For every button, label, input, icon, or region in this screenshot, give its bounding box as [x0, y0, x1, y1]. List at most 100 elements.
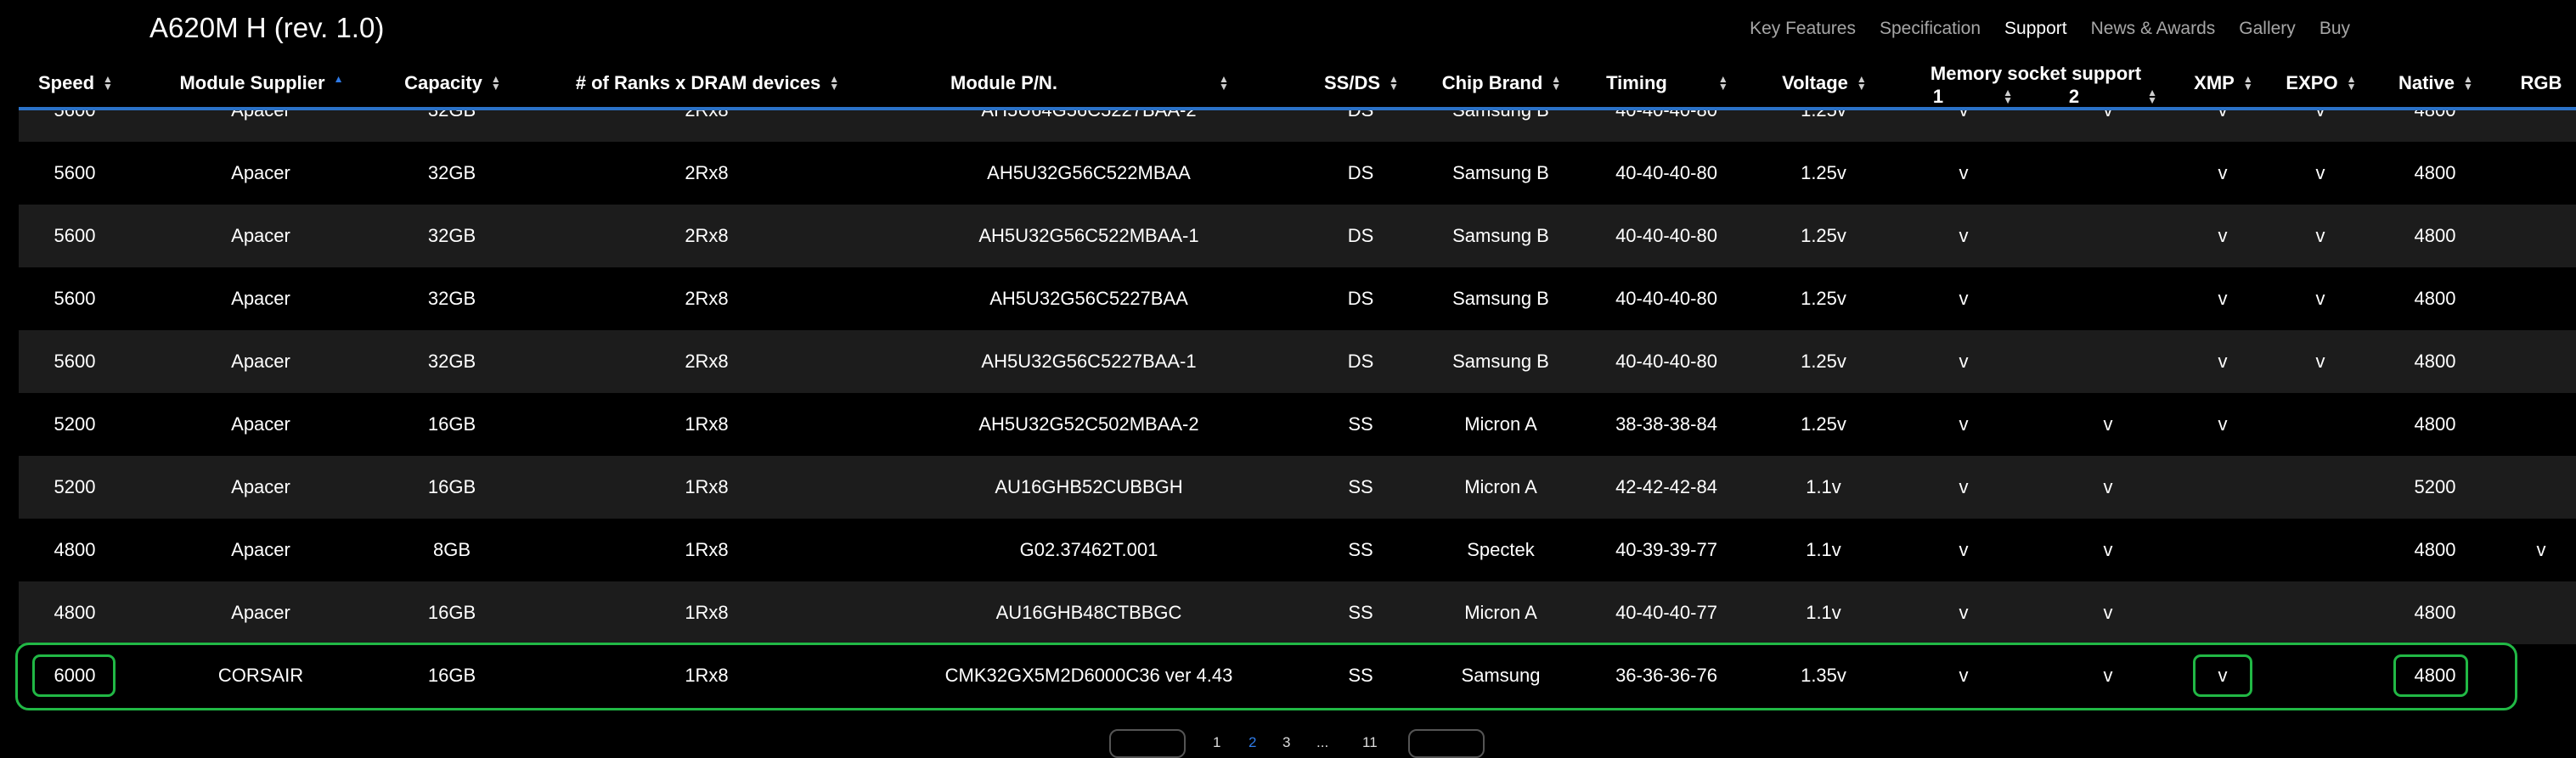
- cell-rgb: [2499, 330, 2576, 393]
- highlight-native-cell: [2393, 654, 2468, 697]
- cell-socket2: [2040, 330, 2176, 393]
- cell-ranks: 2Rx8: [685, 351, 729, 372]
- cell-timing: 40-40-40-80: [1615, 288, 1717, 309]
- col-voltage-header[interactable]: Voltage ▲ ▼: [1751, 59, 1896, 107]
- cell-socket1: v: [1959, 351, 1969, 372]
- cell-voltage: 1.1v: [1806, 539, 1841, 560]
- nav-news-awards[interactable]: News & Awards: [2091, 19, 2216, 39]
- col-xmp-header[interactable]: XMP ▲ ▼: [2176, 59, 2269, 107]
- col-supplier-header[interactable]: Module Supplier ▲▼: [163, 59, 358, 107]
- sort-icon: ▲ ▼: [2242, 73, 2253, 93]
- cell-capacity: 16GB: [427, 602, 476, 623]
- cell-expo: v: [2269, 110, 2371, 142]
- nav-specification[interactable]: Specification: [1880, 19, 1981, 39]
- cell-timing: 40-40-40-80: [1615, 225, 1717, 246]
- pagination-next-button[interactable]: [1408, 729, 1485, 758]
- cell-supplier: Apacer: [163, 110, 358, 142]
- cell-socket1: v: [1959, 413, 1969, 435]
- cell-xmp: v: [2218, 351, 2228, 372]
- cell-socket2: v: [2103, 476, 2113, 497]
- cell-ranks: 1Rx8: [685, 476, 729, 497]
- col-socket1-header[interactable]: 1 ▲ ▼: [1896, 86, 2032, 108]
- col-capacity-header[interactable]: Capacity ▲ ▼: [375, 59, 528, 107]
- page-11[interactable]: 11: [1362, 734, 1378, 751]
- cell-ssds: DS: [1347, 351, 1374, 372]
- cell-ssds: DS: [1347, 288, 1374, 309]
- cell-timing: 40-40-40-80: [1581, 110, 1751, 142]
- cell-speed: 5600: [54, 162, 96, 183]
- col-chip-header[interactable]: Chip Brand ▲ ▼: [1420, 59, 1581, 107]
- col-ranks-header[interactable]: # of Ranks x DRAM devices ▲ ▼: [537, 59, 877, 107]
- cell-voltage: 1.25v: [1801, 288, 1846, 309]
- highlight-row-outline: [15, 643, 2517, 710]
- cell-speed: 5600: [54, 351, 96, 372]
- col-pn-header[interactable]: Module P/N. ▲ ▼: [877, 59, 1301, 107]
- page-2[interactable]: 2: [1249, 734, 1256, 751]
- col-socket-group-header: Memory socket support 1 ▲ ▼ 2 ▲ ▼: [1896, 59, 2176, 107]
- cell-timing: 42-42-42-84: [1615, 476, 1717, 497]
- cell-timing: 40-40-40-80: [1615, 162, 1717, 183]
- cell-socket1: v: [1959, 476, 1969, 497]
- cell-expo: [2269, 581, 2371, 644]
- sort-icon: ▲ ▼: [2463, 73, 2473, 93]
- cell-part-number: AU16GHB52CUBBGH: [995, 476, 1183, 497]
- cell-timing: 40-39-39-77: [1615, 539, 1717, 560]
- sort-icon: ▲ ▼: [103, 73, 113, 93]
- cell-rgb: [2499, 267, 2576, 330]
- cell-supplier: Apacer: [231, 162, 290, 183]
- table-row: 4800 Apacer 8GB 1Rx8 G02.37462T.001 SS Spectek…: [19, 519, 2576, 581]
- cell-speed: 5200: [54, 413, 96, 435]
- cell-voltage: 1.25v: [1801, 162, 1846, 183]
- nav-key-features[interactable]: Key Features: [1750, 19, 1856, 39]
- cell-socket1: v: [1959, 225, 1969, 246]
- cell-supplier: Apacer: [231, 476, 290, 497]
- cell-socket2: v: [2103, 413, 2113, 435]
- cell-ranks: 1Rx8: [685, 602, 729, 623]
- col-native-header[interactable]: Native ▲ ▼: [2371, 59, 2499, 107]
- cell-xmp: v: [2218, 225, 2228, 246]
- cell-expo: v: [2315, 162, 2325, 183]
- cell-part-number: AH5U32G56C522MBAA: [987, 162, 1191, 183]
- col-socket2-header[interactable]: 2 ▲ ▼: [2040, 86, 2176, 108]
- col-timing-header[interactable]: Timing ▲ ▼: [1581, 59, 1751, 107]
- cell-ssds: SS: [1348, 539, 1373, 560]
- col-expo-header[interactable]: EXPO ▲ ▼: [2269, 59, 2371, 107]
- cell-expo: [2269, 519, 2371, 581]
- cell-ssds: SS: [1348, 602, 1373, 623]
- cell-capacity: 32GB: [375, 110, 528, 142]
- col-rgb-header[interactable]: RGB: [2499, 59, 2576, 107]
- pagination-prev-button[interactable]: [1109, 729, 1186, 758]
- cell-part-number: AH5U32G56C522MBAA-1: [978, 225, 1199, 246]
- nav-buy[interactable]: Buy: [2320, 19, 2350, 39]
- cell-socket2: [2040, 205, 2176, 267]
- page-3[interactable]: 3: [1282, 734, 1290, 751]
- cell-chip-brand: Micron A: [1464, 602, 1537, 623]
- cell-expo: v: [2315, 288, 2325, 309]
- cell-speed: 5600: [54, 225, 96, 246]
- cell-supplier: Apacer: [231, 351, 290, 372]
- col-ssds-header[interactable]: SS/DS ▲ ▼: [1301, 59, 1420, 107]
- cell-xmp: [2176, 456, 2269, 519]
- table-header: Speed ▲▼ Module Supplier ▲▼ Capacity ▲▼ …: [19, 59, 2576, 107]
- nav-support[interactable]: Support: [2004, 19, 2067, 39]
- nav-links: Key Features Specification Support News …: [1726, 19, 2350, 39]
- sort-icon: ▲ ▼: [1551, 73, 1562, 93]
- cell-voltage: 1.25v: [1801, 351, 1846, 372]
- page-ellipsis: ...: [1316, 734, 1329, 750]
- nav-gallery[interactable]: Gallery: [2239, 19, 2296, 39]
- cell-chip-brand: Samsung B: [1452, 225, 1549, 246]
- cell-socket2: v: [2103, 539, 2113, 560]
- sort-icon: ▲ ▼: [2147, 87, 2158, 106]
- cell-ssds: DS: [1301, 110, 1420, 142]
- cell-chip-brand: Samsung B: [1452, 288, 1549, 309]
- cell-expo: v: [2315, 225, 2325, 246]
- cell-capacity: 16GB: [427, 413, 476, 435]
- cell-ssds: SS: [1348, 476, 1373, 497]
- cell-supplier: Apacer: [231, 539, 290, 560]
- cell-chip-brand: Spectek: [1467, 539, 1535, 560]
- col-speed-header[interactable]: Speed ▲ ▼: [19, 59, 131, 107]
- highlight-speed-cell: [32, 654, 116, 697]
- page-1[interactable]: 1: [1213, 734, 1220, 751]
- cell-part-number: G02.37462T.001: [1019, 539, 1158, 560]
- sort-icon: ▲ ▼: [1856, 73, 1867, 93]
